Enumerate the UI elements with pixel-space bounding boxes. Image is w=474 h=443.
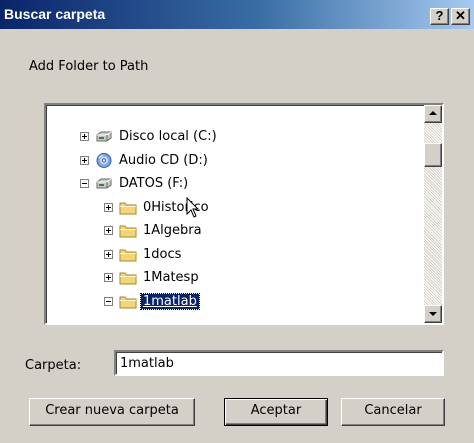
- expand-icon[interactable]: [104, 226, 113, 235]
- tree-item[interactable]: 1Algebra: [104, 221, 204, 240]
- tree-item[interactable]: Disco local (C:): [80, 127, 219, 146]
- tree-item-label: DATOS (F:): [119, 176, 189, 191]
- arrow-down-icon: [429, 312, 437, 316]
- title-bar[interactable]: Buscar carpeta ? ✕: [0, 0, 474, 29]
- collapse-icon[interactable]: [104, 296, 113, 306]
- tree-item-label: 1Matesp: [143, 270, 199, 285]
- folder-label: Carpeta:: [25, 358, 82, 373]
- window-title: Buscar carpeta: [4, 6, 106, 22]
- folder-input[interactable]: [114, 350, 444, 376]
- collapse-icon[interactable]: [80, 179, 89, 188]
- folder-icon: [119, 270, 141, 285]
- tree-item-label: Audio CD (D:): [119, 152, 208, 168]
- arrow-up-icon: [429, 111, 437, 115]
- scroll-up-button[interactable]: [424, 105, 442, 123]
- expand-icon[interactable]: [104, 202, 113, 212]
- folder-icon: [119, 294, 141, 309]
- close-button[interactable]: ✕: [451, 8, 470, 25]
- tree-item-label: Disco local (C:): [119, 129, 217, 144]
- ok-button[interactable]: Aceptar: [224, 398, 328, 426]
- expand-icon[interactable]: [104, 249, 113, 259]
- tree-item-label: 1matlab: [140, 292, 200, 310]
- tree-item[interactable]: 1Matesp: [104, 268, 201, 287]
- drive-icon: [95, 129, 117, 144]
- browse-folder-dialog: Buscar carpeta ? ✕ Add Folder to Path Di…: [0, 0, 474, 443]
- tree-item[interactable]: Audio CD (D:): [80, 151, 210, 170]
- drive-icon: [95, 176, 117, 191]
- scroll-down-button[interactable]: [424, 305, 442, 323]
- mouse-cursor-icon: [186, 197, 200, 218]
- cd-icon: [95, 152, 117, 168]
- folder-icon: [119, 200, 141, 215]
- vertical-scrollbar[interactable]: [424, 105, 442, 323]
- expand-icon[interactable]: [80, 155, 89, 165]
- instruction-text: Add Folder to Path: [29, 59, 149, 74]
- tree-item[interactable]: 1matlab: [104, 292, 200, 311]
- expand-icon[interactable]: [104, 273, 113, 282]
- tree-item[interactable]: DATOS (F:): [80, 174, 190, 193]
- tree-item-label: 1Algebra: [143, 223, 202, 238]
- tree-item-label: 1docs: [143, 246, 182, 262]
- cancel-button[interactable]: Cancelar: [341, 398, 445, 426]
- folder-icon: [119, 247, 141, 262]
- scroll-thumb[interactable]: [424, 143, 442, 167]
- tree-item[interactable]: 1docs: [104, 245, 183, 264]
- folder-icon: [119, 223, 141, 238]
- new-folder-button[interactable]: Crear nueva carpeta: [29, 398, 195, 426]
- help-button[interactable]: ?: [430, 8, 449, 25]
- folder-tree[interactable]: Disco local (C:) Audio CD (D:) DATOS (F:) 0…: [44, 103, 444, 325]
- expand-icon[interactable]: [80, 132, 89, 141]
